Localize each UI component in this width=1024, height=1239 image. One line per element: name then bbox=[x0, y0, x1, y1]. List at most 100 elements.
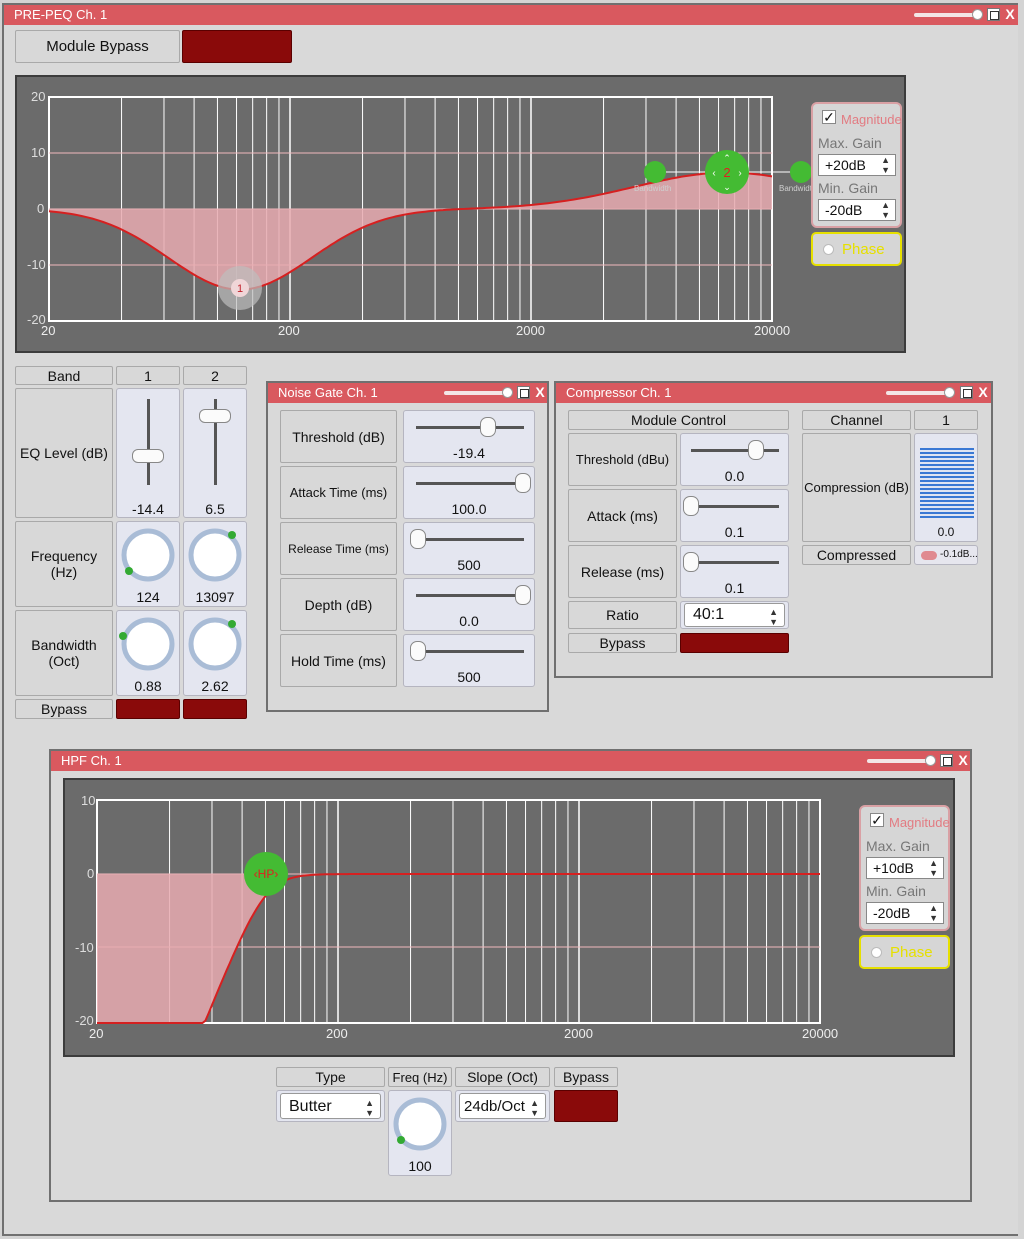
peq-min-gain-select[interactable]: -20dB ▲ ▼ bbox=[818, 199, 896, 221]
peq-opacity-slider[interactable] bbox=[914, 13, 980, 17]
ng-threshold-knob[interactable] bbox=[480, 417, 496, 437]
comp-release-knob[interactable] bbox=[683, 552, 699, 572]
comp-ratio-label: Ratio bbox=[568, 601, 677, 629]
ng-release-knob[interactable] bbox=[410, 529, 426, 549]
compressor-opacity-slider[interactable] bbox=[886, 391, 952, 395]
compressor-opacity-knob[interactable] bbox=[944, 387, 955, 398]
noise-gate-title: Noise Gate Ch. 1 bbox=[278, 385, 378, 400]
ng-attack-value: 100.0 bbox=[451, 501, 487, 517]
noise-gate-titlebar[interactable]: Noise Gate Ch. 1 X bbox=[268, 383, 547, 403]
knob-dial-icon bbox=[119, 617, 175, 671]
hpf-phase-toggle[interactable]: Phase bbox=[859, 935, 950, 969]
peq-close-icon[interactable]: X bbox=[1003, 6, 1017, 22]
band-2-bandwidth-left-handle[interactable] bbox=[644, 161, 666, 183]
hpf-freq-knob[interactable]: 100 bbox=[388, 1090, 452, 1176]
noise-gate-opacity-knob[interactable] bbox=[502, 387, 513, 398]
peq-magnitude-checkbox[interactable]: ✓ bbox=[822, 110, 836, 124]
compression-value: 0.0 bbox=[937, 525, 955, 539]
updown-arrows-icon: ▲ ▼ bbox=[769, 607, 778, 627]
ng-attack-label: Attack Time (ms) bbox=[280, 466, 397, 519]
band-1-bandwidth-knob[interactable]: 0.88 bbox=[116, 610, 180, 696]
band-1-eq-level-knob[interactable] bbox=[132, 449, 164, 463]
ng-hold-slider[interactable]: 500 bbox=[403, 634, 535, 687]
comp-release-slider[interactable]: 0.1 bbox=[680, 545, 789, 598]
band-2-frequency-knob[interactable]: 13097 bbox=[183, 521, 247, 607]
compressor-close-icon[interactable]: X bbox=[976, 384, 990, 400]
ng-hold-knob[interactable] bbox=[410, 641, 426, 661]
ng-attack-slider[interactable]: 100.0 bbox=[403, 466, 535, 519]
compression-meter-bars bbox=[920, 448, 974, 518]
band-2-bypass-button[interactable] bbox=[183, 699, 247, 719]
comp-attack-knob[interactable] bbox=[683, 496, 699, 516]
band-2-bandwidth-right-handle[interactable] bbox=[790, 161, 812, 183]
hpf-magnitude-checkbox[interactable]: ✓ bbox=[870, 813, 884, 827]
comp-attack-value: 0.1 bbox=[724, 524, 745, 540]
knob-dial-icon bbox=[188, 617, 242, 671]
compressed-value: -0.1dB... bbox=[940, 549, 978, 560]
hpf-magnitude-label: Magnitude bbox=[889, 815, 950, 830]
comp-bypass-label: Bypass bbox=[568, 633, 677, 653]
compressor-titlebar[interactable]: Compressor Ch. 1 X bbox=[556, 383, 991, 403]
comp-threshold-slider[interactable]: 0.0 bbox=[680, 433, 789, 486]
hpf-x-tick: 20000 bbox=[802, 1026, 839, 1041]
noise-gate-maximize-icon[interactable] bbox=[517, 386, 530, 399]
peq-opacity-knob[interactable] bbox=[972, 9, 983, 20]
ng-release-slider[interactable]: 500 bbox=[403, 522, 535, 575]
hpf-opacity-slider[interactable] bbox=[867, 759, 933, 763]
hpf-slope-select[interactable]: 24db/Oct ▲ ▼ bbox=[459, 1093, 546, 1119]
hpf-window: HPF Ch. 1 X ‹HP› 10 0 -10 -20 20 200 200… bbox=[49, 749, 972, 1202]
updown-arrows-icon: ▲ ▼ bbox=[530, 1098, 539, 1118]
band-2-down-chevron-icon: ⌄ bbox=[723, 182, 731, 192]
peq-module-bypass-label: Module Bypass bbox=[15, 30, 180, 63]
comp-bypass-button[interactable] bbox=[680, 633, 789, 653]
ng-depth-knob[interactable] bbox=[515, 585, 531, 605]
peq-phase-toggle[interactable]: Phase bbox=[811, 232, 902, 266]
band-header: Band bbox=[15, 366, 113, 385]
band-1-eq-level-slider[interactable]: -14.4 bbox=[116, 388, 180, 518]
compressor-maximize-icon[interactable] bbox=[960, 386, 973, 399]
hpf-max-gain-label: Max. Gain bbox=[866, 838, 930, 854]
hpf-maximize-icon[interactable] bbox=[940, 754, 953, 767]
comp-ratio-pane: 40:1 ▲ ▼ bbox=[680, 601, 789, 629]
comp-attack-label: Attack (ms) bbox=[568, 489, 677, 542]
ng-attack-knob[interactable] bbox=[515, 473, 531, 493]
band-2-bandwidth-knob[interactable]: 2.62 bbox=[183, 610, 247, 696]
hpf-x-tick: 2000 bbox=[564, 1026, 593, 1041]
peq-module-bypass-button[interactable] bbox=[182, 30, 292, 63]
peq-max-gain-select[interactable]: +20dB ▲ ▼ bbox=[818, 154, 896, 176]
band-1-bypass-button[interactable] bbox=[116, 699, 180, 719]
hpf-response-plot[interactable]: ‹HP› bbox=[65, 780, 953, 1055]
hpf-bypass-button[interactable] bbox=[554, 1090, 618, 1122]
noise-gate-close-icon[interactable]: X bbox=[533, 384, 547, 400]
hpf-opacity-knob[interactable] bbox=[925, 755, 936, 766]
hpf-min-gain-label: Min. Gain bbox=[866, 883, 926, 899]
hpf-titlebar[interactable]: HPF Ch. 1 X bbox=[51, 751, 970, 771]
peq-x-tick: 20000 bbox=[754, 323, 791, 338]
ng-threshold-slider[interactable]: -19.4 bbox=[403, 410, 535, 463]
radio-icon bbox=[823, 243, 834, 255]
hpf-y-tick: 0 bbox=[87, 866, 95, 881]
peq-titlebar[interactable]: PRE-PEQ Ch. 1 X bbox=[4, 5, 1018, 25]
noise-gate-opacity-slider[interactable] bbox=[444, 391, 510, 395]
comp-ratio-select[interactable]: 40:1 ▲ ▼ bbox=[684, 603, 785, 627]
peq-y-tick: 10 bbox=[31, 145, 46, 160]
hpf-freq-value: 100 bbox=[408, 1158, 432, 1174]
band-2-bandwidth-value: 2.62 bbox=[201, 678, 229, 694]
peq-response-plot[interactable]: 1 Bandwidth Bandwidth 2 ⌃ ⌄ ‹ › bbox=[17, 77, 904, 351]
peq-maximize-icon[interactable] bbox=[987, 8, 1000, 21]
ng-depth-slider[interactable]: 0.0 bbox=[403, 578, 535, 631]
band-2-eq-level-slider[interactable]: 6.5 bbox=[183, 388, 247, 518]
band-1-frequency-knob[interactable]: 124 bbox=[116, 521, 180, 607]
band-2-eq-level-knob[interactable] bbox=[199, 409, 231, 423]
hpf-close-icon[interactable]: X bbox=[956, 752, 970, 768]
comp-attack-slider[interactable]: 0.1 bbox=[680, 489, 789, 542]
hpf-max-gain-select[interactable]: +10dB ▲ ▼ bbox=[866, 857, 944, 879]
hpf-x-tick: 20 bbox=[89, 1026, 104, 1041]
comp-threshold-knob[interactable] bbox=[748, 440, 764, 460]
hpf-slope-pane: 24db/Oct ▲ ▼ bbox=[455, 1090, 550, 1122]
band-2-eq-level-value: 6.5 bbox=[205, 501, 225, 517]
hpf-type-select[interactable]: Butter ▲ ▼ bbox=[280, 1093, 381, 1119]
hpf-min-gain-select[interactable]: -20dB ▲ ▼ bbox=[866, 902, 944, 924]
peq-x-tick: 20 bbox=[41, 323, 56, 338]
frequency-label: Frequency (Hz) bbox=[15, 521, 113, 607]
